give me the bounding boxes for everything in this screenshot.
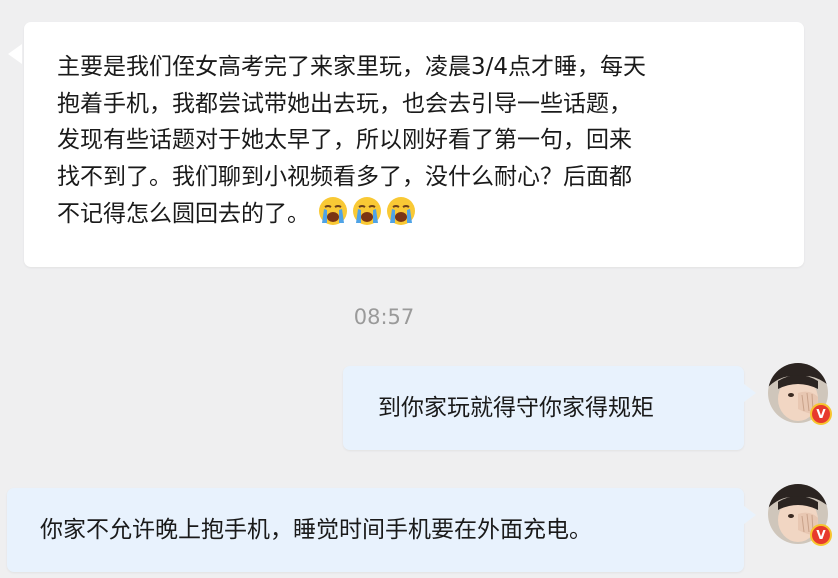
crying-face-icon: [387, 197, 416, 225]
message-timestamp: 08:57: [353, 305, 415, 329]
avatar[interactable]: V: [768, 363, 832, 425]
message-line-text: 不记得怎么圆回去的了。: [57, 201, 310, 227]
incoming-bubble-tail: [8, 44, 22, 64]
message-line: 主要是我们侄女高考完了来家里玩，凌晨3/4点才睡，每天: [57, 54, 647, 80]
incoming-message-bubble[interactable]: 主要是我们侄女高考完了来家里玩，凌晨3/4点才睡，每天 抱着手机，我都尝试带她出…: [24, 22, 804, 267]
avatar[interactable]: V: [768, 484, 832, 546]
outgoing-bubble-tail: [744, 506, 756, 524]
crying-face-icon: [319, 197, 348, 225]
message-line: 发现有些话题对于她太早了，所以刚好看了第一句，回来: [57, 127, 632, 153]
outgoing-message-bubble[interactable]: 到你家玩就得守你家得规矩: [343, 366, 744, 450]
verified-badge-icon: V: [810, 524, 832, 546]
message-line: 找不到了。我们聊到小视频看多了，没什么耐心？后面都: [57, 163, 632, 190]
outgoing-message-bubble[interactable]: 你家不允许晚上抱手机，睡觉时间手机要在外面充电。: [7, 488, 744, 572]
crying-face-icon: [353, 197, 382, 225]
outgoing-bubble-tail: [744, 384, 756, 402]
message-line-last: 不记得怎么圆回去的了。: [57, 195, 784, 233]
message-text: 到你家玩就得守你家得规矩: [378, 395, 654, 421]
message-line: 抱着手机，我都尝试带她出去玩，也会去引导一些话题，: [57, 90, 632, 117]
verified-badge-icon: V: [810, 403, 832, 425]
message-text: 你家不允许晚上抱手机，睡觉时间手机要在外面充电。: [40, 517, 592, 543]
